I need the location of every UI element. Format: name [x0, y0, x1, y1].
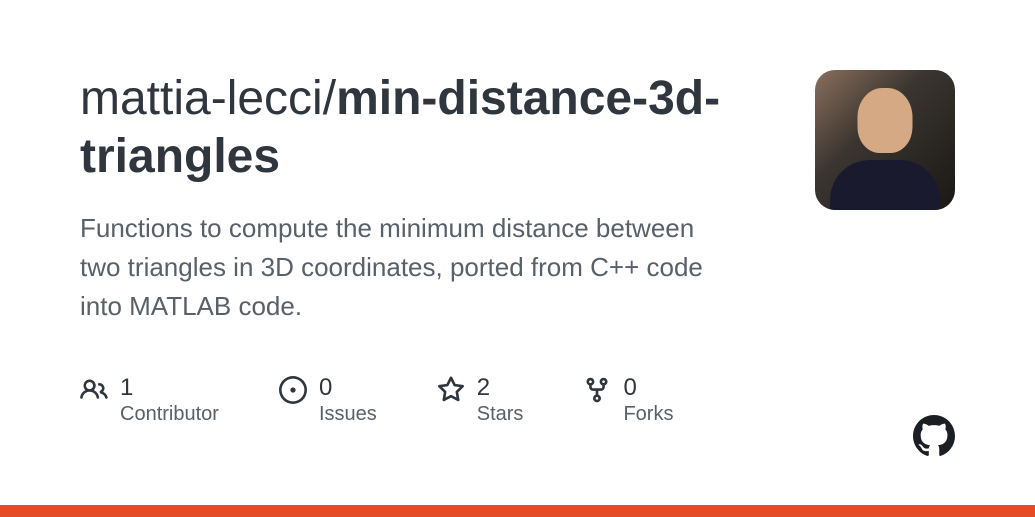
- accent-bar: [0, 505, 1035, 517]
- contributors-value: 1: [120, 374, 219, 403]
- contributors-label: Contributor: [120, 403, 219, 426]
- stars-value: 2: [477, 374, 524, 403]
- github-logo-icon[interactable]: [913, 415, 955, 457]
- stat-text: 0 Forks: [623, 374, 673, 426]
- stars-label: Stars: [477, 403, 524, 426]
- avatar[interactable]: [815, 70, 955, 210]
- stat-issues[interactable]: 0 Issues: [279, 374, 377, 426]
- issues-value: 0: [319, 374, 377, 403]
- issue-icon: [279, 376, 307, 404]
- issues-label: Issues: [319, 403, 377, 426]
- repo-owner[interactable]: mattia-lecci: [80, 72, 323, 125]
- repo-description: Functions to compute the minimum distanc…: [80, 209, 730, 326]
- people-icon: [80, 376, 108, 404]
- stat-text: 2 Stars: [477, 374, 524, 426]
- header: mattia-lecci/min-distance-3d-triangles F…: [80, 70, 955, 326]
- stat-stars[interactable]: 2 Stars: [437, 374, 524, 426]
- forks-value: 0: [623, 374, 673, 403]
- stats-row: 1 Contributor 0 Issues 2 Stars: [80, 374, 955, 426]
- title-block: mattia-lecci/min-distance-3d-triangles F…: [80, 70, 775, 326]
- stat-text: 1 Contributor: [120, 374, 219, 426]
- repo-title: mattia-lecci/min-distance-3d-triangles: [80, 70, 775, 185]
- stat-contributors[interactable]: 1 Contributor: [80, 374, 219, 426]
- fork-icon: [583, 376, 611, 404]
- stat-forks[interactable]: 0 Forks: [583, 374, 673, 426]
- star-icon: [437, 376, 465, 404]
- slash-separator: /: [323, 72, 336, 125]
- stat-text: 0 Issues: [319, 374, 377, 426]
- forks-label: Forks: [623, 403, 673, 426]
- repo-card: mattia-lecci/min-distance-3d-triangles F…: [0, 0, 1035, 517]
